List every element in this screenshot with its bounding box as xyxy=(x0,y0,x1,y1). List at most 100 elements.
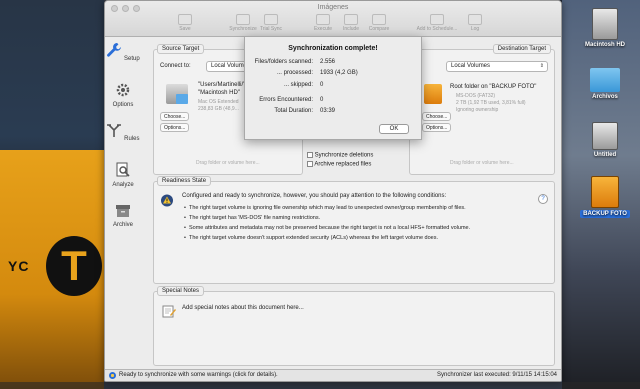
desktop-icon-archivos[interactable]: Archivos xyxy=(570,68,640,100)
toolbar-add-to-schedule-button[interactable]: Add to Schedule... xyxy=(415,14,459,32)
sidebar: Setup Options Rules Analyze Archive xyxy=(105,38,141,368)
compare-icon xyxy=(372,14,386,25)
toolbar-trial-sync-button[interactable]: Trial Sync xyxy=(251,14,291,32)
gear-icon xyxy=(116,83,130,97)
checkbox[interactable] xyxy=(307,161,313,167)
status-message[interactable]: Ready to synchronize with some warnings … xyxy=(119,372,278,378)
special-notes-tab: Special Notes xyxy=(157,286,205,296)
sidebar-item-label: Setup xyxy=(123,56,140,62)
source-target-tab: Source Target xyxy=(157,44,205,54)
calendar-icon xyxy=(430,14,444,25)
dialog-row-value: 0 xyxy=(320,97,324,103)
help-button[interactable]: ? xyxy=(538,194,548,204)
save-icon xyxy=(178,14,192,25)
readiness-state-tab: Readiness State xyxy=(157,176,212,186)
special-notes-panel: Special Notes Add special notes about th… xyxy=(153,286,555,366)
desktop-icon-backup-foto[interactable]: BACKUP FOTO xyxy=(570,176,640,218)
destination-connect-select[interactable]: Local Volumes ⇕ xyxy=(446,61,548,72)
desktop-icon-macintosh-hd[interactable]: Macintosh HD xyxy=(570,8,640,48)
readiness-item: • The right target has 'MS-DOS' file nami… xyxy=(184,215,321,221)
archive-box-icon xyxy=(116,205,130,217)
home-folder-badge-icon xyxy=(176,94,188,104)
toolbar-log-button[interactable]: Log xyxy=(455,14,495,32)
taxi-sign-text: YC xyxy=(8,258,30,274)
drive-icon xyxy=(592,122,618,150)
destination-target-tab: Destination Target xyxy=(492,44,551,54)
wrench-icon xyxy=(107,43,122,57)
sync-complete-dialog: Synchronization complete! Files/folders … xyxy=(244,36,422,140)
archive-replaced-option[interactable]: Archive replaced files xyxy=(307,161,371,168)
desktop-icon-untitled[interactable]: Untitled xyxy=(570,122,640,158)
destination-drop-hint: Drag folder or volume here... xyxy=(450,160,514,166)
connect-to-label: Connect to: xyxy=(160,63,191,69)
trial-sync-icon xyxy=(264,14,278,25)
source-drop-hint: Drag folder or volume here... xyxy=(196,160,260,166)
play-icon xyxy=(236,14,250,25)
desktop-wallpaper-left: YC T xyxy=(0,0,104,389)
destination-choose-button[interactable]: Choose... xyxy=(422,112,452,121)
external-drive-icon xyxy=(424,84,442,104)
ok-button[interactable]: OK xyxy=(379,124,409,134)
dialog-row-value: 03:39 xyxy=(320,108,336,114)
sidebar-item-label: Rules xyxy=(124,136,140,142)
dialog-row-value: 0 xyxy=(320,82,324,88)
readiness-item: • Some attributes and metadata may not be… xyxy=(184,225,471,231)
status-bar: Ready to synchronize with some warnings … xyxy=(105,369,561,381)
status-indicator-icon xyxy=(109,372,116,379)
destination-detail-3: Ignoring ownership xyxy=(456,107,499,113)
warning-icon xyxy=(161,194,173,207)
dialog-row-label: ... processed: xyxy=(276,70,313,76)
dialog-title: Synchronization complete! xyxy=(288,45,378,52)
dialog-row-label: Errors Encountered: xyxy=(259,97,313,103)
special-notes-input[interactable]: Add special notes about this document he… xyxy=(182,305,304,311)
destination-target-panel: Destination Target Local Volumes ⇕ Root f… xyxy=(409,44,555,175)
readiness-state-panel: Readiness State Configured and ready to … xyxy=(153,176,555,284)
dialog-row-label: Total Duration: xyxy=(274,108,313,114)
window-title: Imágenes xyxy=(317,4,349,11)
desktop-icon-label: Macintosh HD xyxy=(584,42,625,48)
source-options-button[interactable]: Options... xyxy=(160,123,190,132)
hard-drive-icon xyxy=(592,8,618,40)
include-icon xyxy=(344,14,358,25)
last-executed-text: Synchronizer last executed: 9/11/15 14:1… xyxy=(437,372,557,378)
source-choose-button[interactable]: Choose... xyxy=(160,112,190,121)
source-volume: "Macintosh HD" xyxy=(198,90,240,96)
checkbox[interactable] xyxy=(307,152,313,158)
notepad-pencil-icon xyxy=(162,305,176,318)
destination-detail-2: 2 TB (1,92 TB used, 3,81% full) xyxy=(456,100,526,106)
desktop-icon-label: Archivos xyxy=(592,94,618,100)
log-icon xyxy=(468,14,482,25)
readiness-headline: Configured and ready to synchronize, how… xyxy=(182,193,447,199)
sidebar-item-label: Archive xyxy=(112,222,133,228)
readiness-item: • The right target volume doesn't support… xyxy=(184,235,438,241)
sidebar-item-options[interactable]: Options xyxy=(105,82,141,108)
readiness-item: • The right target volume is ignoring fil… xyxy=(184,205,466,211)
sidebar-item-archive[interactable]: Archive xyxy=(105,202,141,228)
magnifier-icon xyxy=(116,162,130,177)
dock-area xyxy=(0,382,640,389)
sidebar-item-analyze[interactable]: Analyze xyxy=(105,162,141,188)
select-arrow-icon: ⇕ xyxy=(539,63,544,69)
dialog-row-label: ... skipped: xyxy=(283,82,313,88)
source-detail-2: 238,83 GB (48,9... xyxy=(198,106,239,112)
source-detail-1: Mac OS Extended xyxy=(198,99,239,105)
branch-icon xyxy=(107,124,122,137)
destination-options-button[interactable]: Options... xyxy=(422,123,452,132)
dialog-row-label: Files/folders scanned: xyxy=(254,59,313,65)
execute-icon xyxy=(316,14,330,25)
taxi-logo-letter: T xyxy=(61,242,87,289)
sidebar-item-label: Analyze xyxy=(112,182,134,188)
toolbar-save-button[interactable]: Save xyxy=(165,14,205,32)
folder-icon xyxy=(590,68,620,92)
toolbar-compare-button[interactable]: Compare xyxy=(359,14,399,32)
sidebar-item-setup[interactable]: Setup xyxy=(105,42,141,62)
destination-detail-1: MS-DOS (FAT32) xyxy=(456,93,496,99)
desktop-icon-label: Untitled xyxy=(593,152,617,158)
sync-deletions-option[interactable]: Synchronize deletions xyxy=(307,152,373,159)
destination-path: Root folder on "BACKUP FOTO" xyxy=(450,84,537,90)
dialog-row-value: 2.556 xyxy=(320,59,336,65)
desktop-icon-label: BACKUP FOTO xyxy=(580,210,630,218)
sidebar-item-rules[interactable]: Rules xyxy=(105,122,141,142)
dialog-row-value: 1933 (4,2 GB) xyxy=(320,70,358,76)
sidebar-item-label: Options xyxy=(112,102,134,108)
